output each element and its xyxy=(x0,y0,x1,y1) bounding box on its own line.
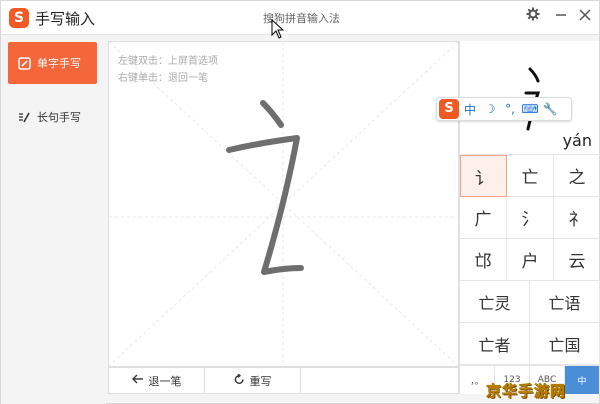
refresh-icon xyxy=(234,373,245,388)
candidate-cell[interactable]: 亡国 xyxy=(530,323,600,365)
sidebar: 单字手写 长句手写 xyxy=(1,36,106,404)
candidate-cell[interactable]: 亡语 xyxy=(530,281,600,323)
sidebar-item-long-sentence[interactable]: 长句手写 xyxy=(8,96,97,138)
long-sentence-pen-icon xyxy=(18,111,31,124)
candidate-cell[interactable]: 邙 xyxy=(460,239,507,281)
key-chinese[interactable]: 中 xyxy=(565,366,600,394)
candidate-cell[interactable]: 礻 xyxy=(554,197,600,239)
handwritten-stroke xyxy=(226,100,304,275)
candidate-cell[interactable]: 广 xyxy=(460,197,507,239)
ime-status-toolbar[interactable]: S 中 ☽ °, ⌨ 🔧 xyxy=(436,97,572,121)
gear-icon[interactable] xyxy=(523,7,543,27)
handwriting-canvas[interactable]: 左键双击：上屏首选项 右键单击：退回一笔 xyxy=(108,41,459,367)
sidebar-item-label: 长句手写 xyxy=(37,111,81,124)
pinyin-label: yán xyxy=(562,131,592,150)
sogou-logo-icon: S xyxy=(9,8,29,28)
canvas-action-bar: 退一笔 重写 xyxy=(108,367,459,394)
close-icon[interactable] xyxy=(575,7,595,27)
hint-right-click: 右键单击：退回一笔 xyxy=(118,73,208,84)
minimize-icon[interactable] xyxy=(551,7,571,27)
chinese-mode-icon[interactable]: 中 xyxy=(461,101,479,118)
undo-stroke-button[interactable]: 退一笔 xyxy=(109,368,205,393)
title-bar: S 手写输入 搜狗拼音输入法 xyxy=(1,1,599,35)
watermark: 京华手游网 xyxy=(486,382,567,401)
sidebar-item-single-char[interactable]: 单字手写 xyxy=(8,42,97,84)
candidate-cell[interactable]: 讠 xyxy=(460,155,507,197)
undo-stroke-label: 退一笔 xyxy=(148,374,182,388)
candidate-cell[interactable]: 亡者 xyxy=(460,323,530,365)
rewrite-label: 重写 xyxy=(249,374,272,388)
single-char-pen-icon xyxy=(18,56,31,70)
candidate-panel: yán 讠 亡 之 广 氵 礻 邙 户 云 亡灵 亡语 亡者 亡国 ，。 123… xyxy=(459,41,600,394)
candidate-cell[interactable]: 之 xyxy=(554,155,600,197)
candidate-cell[interactable]: 亡灵 xyxy=(460,281,530,323)
sidebar-item-label: 单字手写 xyxy=(37,57,81,70)
mouse-cursor-icon xyxy=(271,19,285,39)
candidate-cell[interactable]: 户 xyxy=(507,239,554,281)
candidate-cell[interactable]: 氵 xyxy=(507,197,554,239)
punctuation-icon[interactable]: °, xyxy=(501,102,519,116)
sogou-logo-icon[interactable]: S xyxy=(439,99,459,119)
canvas-guides xyxy=(109,42,458,366)
app-title: 手写输入 xyxy=(35,10,96,28)
rewrite-button[interactable]: 重写 xyxy=(205,368,301,393)
candidate-cell[interactable]: 亡 xyxy=(507,155,554,197)
handwriting-window: S 手写输入 搜狗拼音输入法 单字手写 长句手写 左键双击：上屏首选项 右键单击… xyxy=(0,0,600,404)
arrow-left-icon xyxy=(131,374,144,387)
candidate-cell[interactable]: 云 xyxy=(554,239,600,281)
keyboard-icon[interactable]: ⌨ xyxy=(521,102,539,116)
moon-icon[interactable]: ☽ xyxy=(481,102,499,116)
wrench-icon[interactable]: 🔧 xyxy=(541,102,559,116)
hint-double-click: 左键双击：上屏首选项 xyxy=(118,56,218,67)
